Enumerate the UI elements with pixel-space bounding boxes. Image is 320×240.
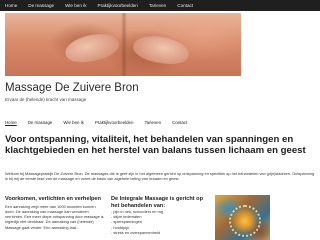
column-prevention-text: Een aanraking zegt meer dan 1000 woorden… — [5, 203, 104, 230]
treatment-list: - pijn in nek, schouders en rug - stijve… — [111, 209, 211, 235]
nav-contact[interactable]: Contact — [172, 120, 187, 125]
top-nav-praktijkvoorbeelden[interactable]: Praktijkvoorbeelden — [98, 3, 138, 8]
artwork-swirl — [229, 205, 261, 237]
top-nav-wie-ben-ik[interactable]: Wie ben ik — [65, 3, 86, 8]
intro-paragraph: Welkom bij Massagepraktijk De Zuivere Br… — [5, 171, 315, 182]
top-nav-contact[interactable]: Contact — [177, 3, 193, 8]
nav-tarieven[interactable]: Tarieven — [144, 120, 161, 125]
nav-home[interactable]: Home — [5, 120, 17, 125]
nav-wie-ben-ik[interactable]: Wie ben ik — [63, 120, 84, 125]
hero-left-hand — [62, 29, 122, 67]
nav-praktijkvoorbeelden[interactable]: Praktijkvoorbeelden — [95, 120, 134, 125]
site-tagline: Ervaar de (helende) kracht van massage — [5, 97, 87, 102]
top-nav-de-massage[interactable]: De massage — [28, 3, 54, 8]
hero-back-detail — [121, 13, 127, 76]
top-nav-home[interactable]: Home — [5, 3, 17, 8]
top-navigation: Home De massage Wie ben ik Praktijkvoorb… — [0, 0, 320, 11]
column-treatment: De Integrale Massage is gericht op het b… — [111, 196, 211, 235]
hero-right-hand — [131, 32, 191, 68]
page-headline: Voor ontspanning, vitaliteit, het behand… — [5, 134, 306, 156]
top-nav-tarieven[interactable]: Tarieven — [149, 3, 166, 8]
treatment-list-item: - stress en overspannenheid — [111, 229, 161, 235]
site-title[interactable]: Massage De Zuivere Bron — [5, 82, 139, 94]
column-prevention: Voorkomen, verlichten en verhelpen Een a… — [5, 196, 105, 230]
column-prevention-heading: Voorkomen, verlichten en verhelpen — [5, 196, 101, 202]
nav-de-massage[interactable]: De massage — [28, 120, 53, 125]
hero-massage-image — [5, 13, 241, 76]
decorative-artwork-image — [215, 195, 270, 240]
column-treatment-heading: De Integrale Massage is gericht op het b… — [111, 196, 204, 209]
main-navigation: Home De massage Wie ben ik Praktijkvoorb… — [5, 120, 198, 125]
